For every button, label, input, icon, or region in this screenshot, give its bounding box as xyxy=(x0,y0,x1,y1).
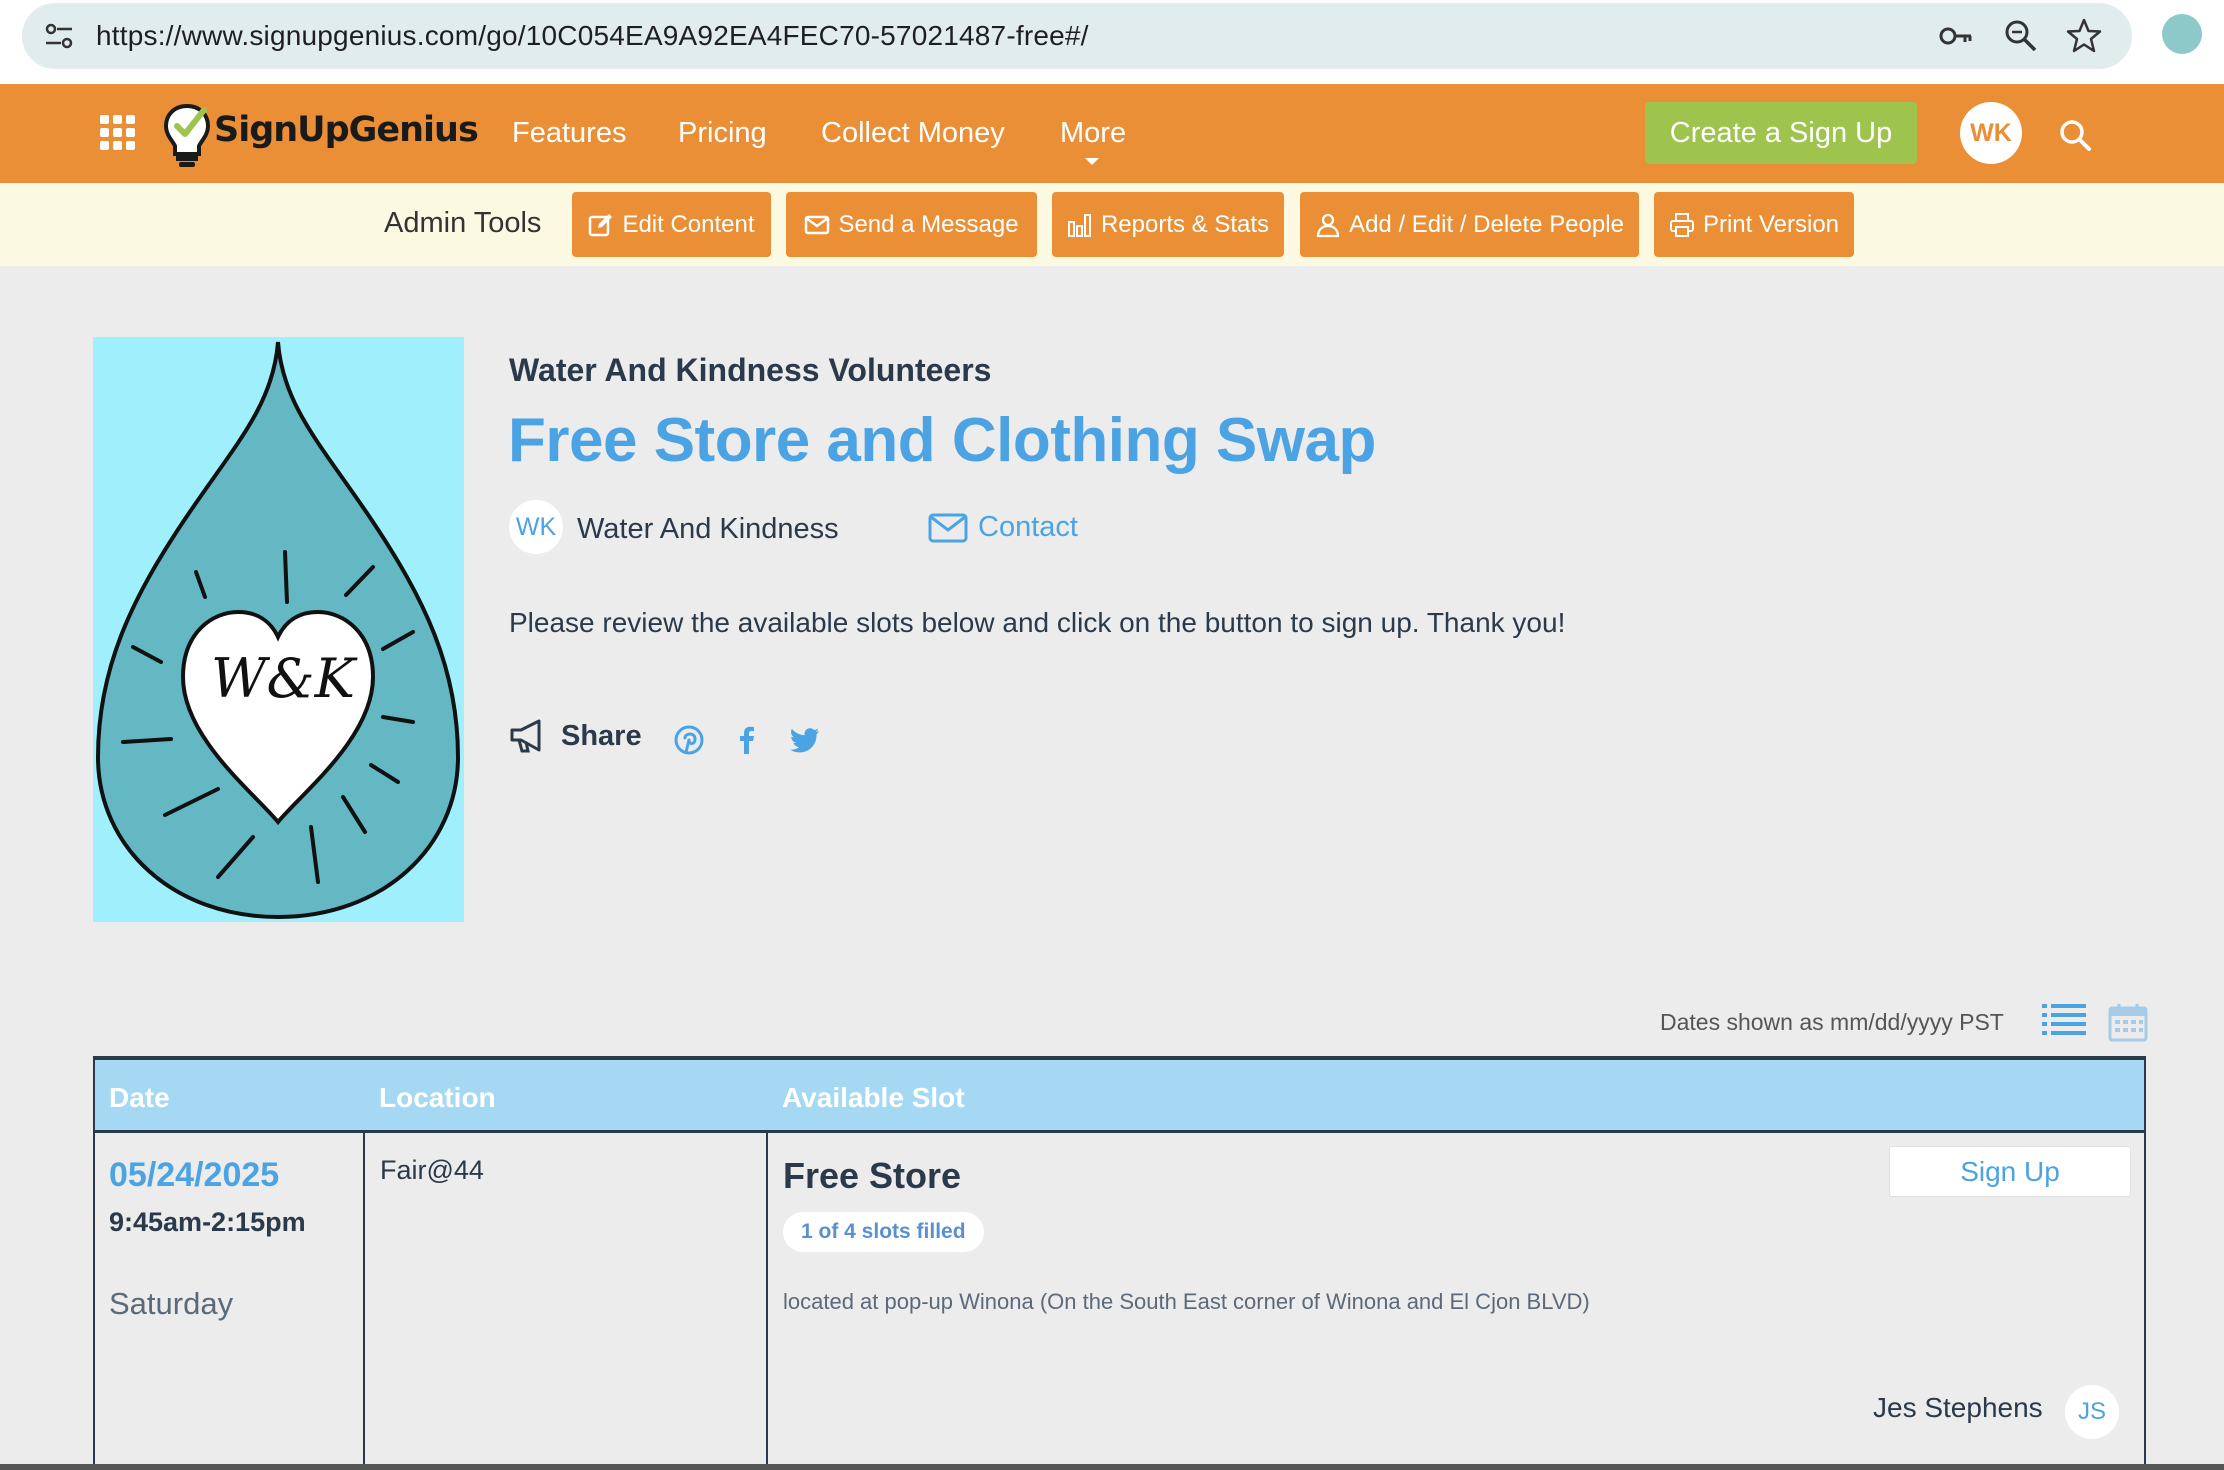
page-bottom-border xyxy=(0,1464,2224,1470)
nav-more[interactable]: More xyxy=(1060,117,1126,150)
print-version-label: Print Version xyxy=(1702,210,1840,238)
megaphone-icon xyxy=(510,719,541,753)
printer-icon xyxy=(1669,212,1694,237)
header-available-slot: Available Slot xyxy=(782,1082,965,1113)
slot-date: 05/24/2025 xyxy=(109,1156,280,1194)
reports-stats-label: Reports & Stats xyxy=(1100,210,1270,238)
header-location: Location xyxy=(379,1082,496,1113)
logo-initials: W&K xyxy=(211,647,355,710)
contact-link[interactable]: Contact xyxy=(928,511,1078,544)
slot-weekday: Saturday xyxy=(109,1286,234,1321)
calendar-view-icon[interactable] xyxy=(2108,1002,2148,1042)
apps-grid-icon[interactable] xyxy=(99,114,137,152)
person-icon xyxy=(1316,213,1340,237)
twitter-icon[interactable] xyxy=(789,724,821,756)
create-signup-button[interactable]: Create a Sign Up xyxy=(1645,102,1917,164)
list-view-icon[interactable] xyxy=(2042,1002,2086,1042)
dates-note: Dates shown as mm/dd/yyyy PST xyxy=(1660,1009,2004,1035)
slot-description: located at pop-up Winona (On the South E… xyxy=(783,1289,1590,1314)
address-bar[interactable]: https://www.signupgenius.com/go/10C054EA… xyxy=(22,3,2132,69)
main-nav: SignUpGenius Features Pricing Collect Mo… xyxy=(0,84,2224,183)
slots-table-header: Date Location Available Slot xyxy=(93,1056,2146,1133)
search-icon[interactable] xyxy=(2058,118,2092,152)
logo-text: SignUpGenius xyxy=(214,110,479,150)
share-button[interactable]: Share xyxy=(509,718,642,754)
zoom-icon[interactable] xyxy=(2002,17,2040,55)
slot-time: 9:45am-2:15pm xyxy=(109,1207,306,1237)
more-caret-icon xyxy=(1085,158,1099,165)
org-name: Water And Kindness xyxy=(577,513,839,545)
nav-pricing[interactable]: Pricing xyxy=(678,117,767,150)
edit-content-button[interactable]: Edit Content xyxy=(572,192,771,257)
site-settings-icon[interactable] xyxy=(42,21,76,51)
people-button[interactable]: Add / Edit / Delete People xyxy=(1300,192,1639,257)
bar-chart-icon xyxy=(1067,213,1091,237)
header-date: Date xyxy=(109,1082,170,1113)
column-divider xyxy=(363,1133,365,1470)
edit-content-label: Edit Content xyxy=(622,210,755,238)
slot-title: Free Store xyxy=(783,1155,962,1196)
contact-label: Contact xyxy=(978,511,1078,543)
admin-tools-bar: Admin Tools Edit Content Send a Message … xyxy=(0,183,2224,266)
signed-up-person: Jes Stephens xyxy=(1873,1392,2043,1423)
send-message-label: Send a Message xyxy=(838,210,1019,238)
signup-logo-image: W&K xyxy=(93,337,464,922)
sign-up-button[interactable]: Sign Up xyxy=(1889,1146,2131,1197)
share-label: Share xyxy=(561,719,642,752)
url-text[interactable]: https://www.signupgenius.com/go/10C054EA… xyxy=(96,20,1089,52)
extension-icon[interactable] xyxy=(2162,14,2202,54)
page-title: Free Store and Clothing Swap xyxy=(508,406,1376,475)
person-avatar: JS xyxy=(2065,1385,2119,1439)
people-label: Add / Edit / Delete People xyxy=(1349,210,1624,238)
intro-text: Please review the available slots below … xyxy=(509,607,1566,638)
group-name: Water And Kindness Volunteers xyxy=(509,352,992,388)
envelope-icon xyxy=(928,513,968,542)
facebook-icon[interactable] xyxy=(731,724,763,756)
lightbulb-icon xyxy=(163,103,211,167)
admin-tools-label: Admin Tools xyxy=(384,207,542,239)
water-drop-heart-image xyxy=(95,341,461,920)
org-avatar: WK xyxy=(509,500,563,554)
slot-location: Fair@44 xyxy=(380,1155,484,1185)
nav-features[interactable]: Features xyxy=(512,117,626,150)
user-avatar[interactable]: WK xyxy=(1960,102,2022,164)
key-icon[interactable] xyxy=(1937,17,1975,55)
print-version-button[interactable]: Print Version xyxy=(1654,192,1854,257)
edit-icon xyxy=(589,213,613,236)
slots-filled-badge: 1 of 4 slots filled xyxy=(783,1212,984,1252)
envelope-icon xyxy=(805,215,830,234)
browser-chrome: https://www.signupgenius.com/go/10C054EA… xyxy=(0,0,2224,84)
reports-stats-button[interactable]: Reports & Stats xyxy=(1052,192,1284,257)
table-row: 05/24/2025 9:45am-2:15pm Saturday Fair@4… xyxy=(93,1133,2146,1470)
signupgenius-logo[interactable]: SignUpGenius xyxy=(162,96,479,172)
column-divider xyxy=(766,1133,768,1470)
star-icon[interactable] xyxy=(2065,17,2103,55)
nav-collect-money[interactable]: Collect Money xyxy=(821,117,1005,150)
send-message-button[interactable]: Send a Message xyxy=(786,192,1037,257)
pinterest-icon[interactable] xyxy=(673,724,705,756)
